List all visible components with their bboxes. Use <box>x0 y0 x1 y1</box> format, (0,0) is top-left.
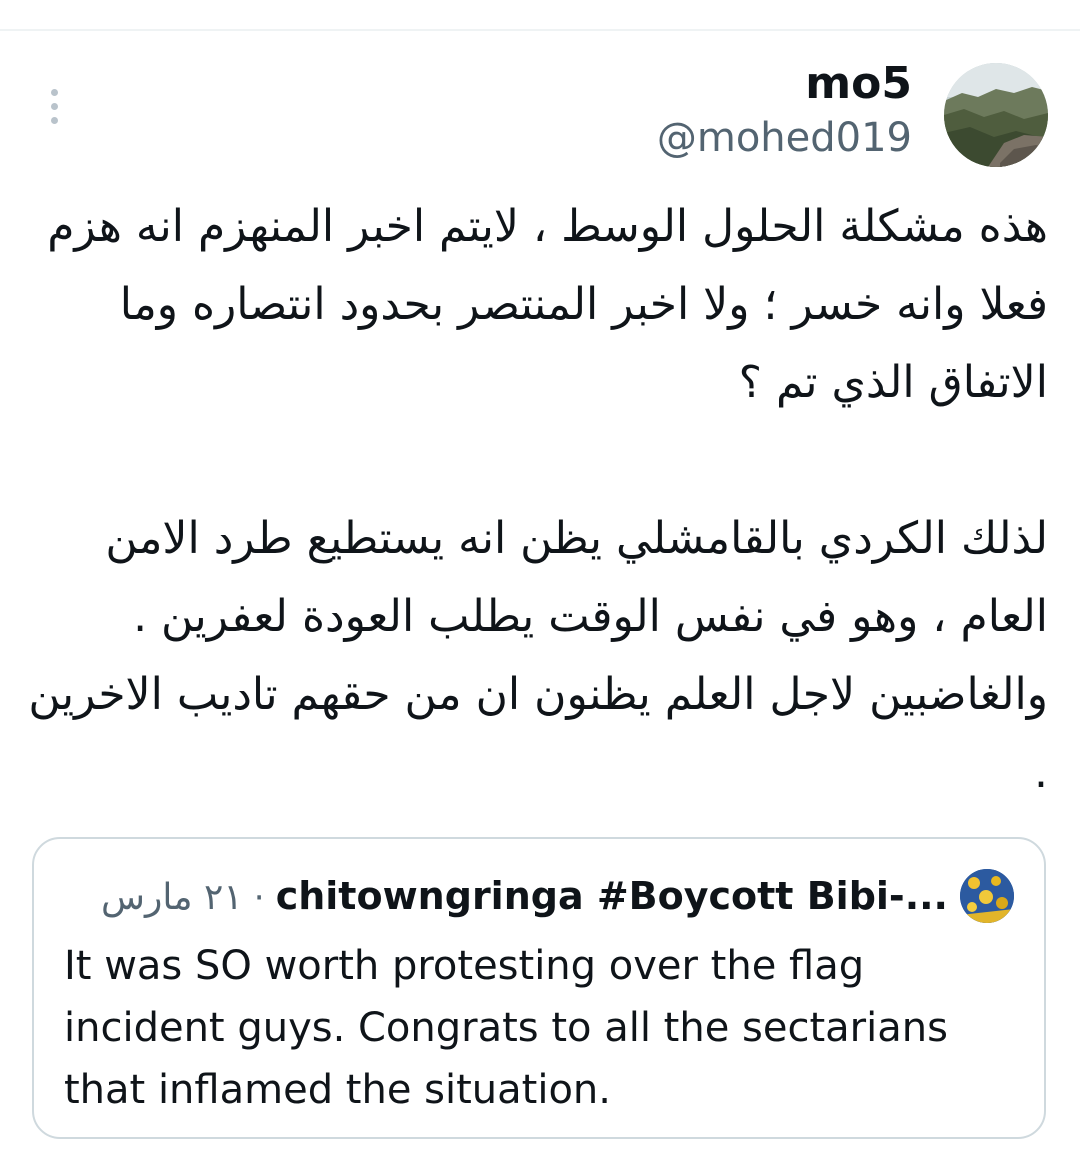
quoted-author-avatar <box>960 869 1014 923</box>
author-handle[interactable]: @mohed019 <box>657 114 912 162</box>
author-display-name[interactable]: mo5 <box>805 58 912 110</box>
separator-dot: · <box>253 878 265 918</box>
quoted-tweet-date: ٢١ مارس <box>101 877 243 918</box>
quoted-tweet-card[interactable]: chitowngringa #Boycott Bibi-... · ٢١ مار… <box>32 837 1046 1139</box>
author-avatar[interactable] <box>944 63 1048 167</box>
tweet-paragraph: هذه مشكلة الحلول الوسط ، لايتم اخبر المن… <box>47 201 1048 408</box>
tweet-text: هذه مشكلة الحلول الوسط ، لايتم اخبر المن… <box>18 188 1048 812</box>
quoted-tweet-text: It was SO worth protesting over the flag… <box>64 943 948 1113</box>
quoted-author-name[interactable]: chitowngringa #Boycott Bibi-... <box>276 874 948 918</box>
top-divider <box>0 29 1080 31</box>
quoted-tweet-header: chitowngringa #Boycott Bibi-... · ٢١ مار… <box>68 869 948 931</box>
tweet-paragraph: لذلك الكردي بالقامشلي يظن انه يستطيع طرد… <box>28 513 1048 798</box>
more-options-icon[interactable] <box>36 84 72 128</box>
